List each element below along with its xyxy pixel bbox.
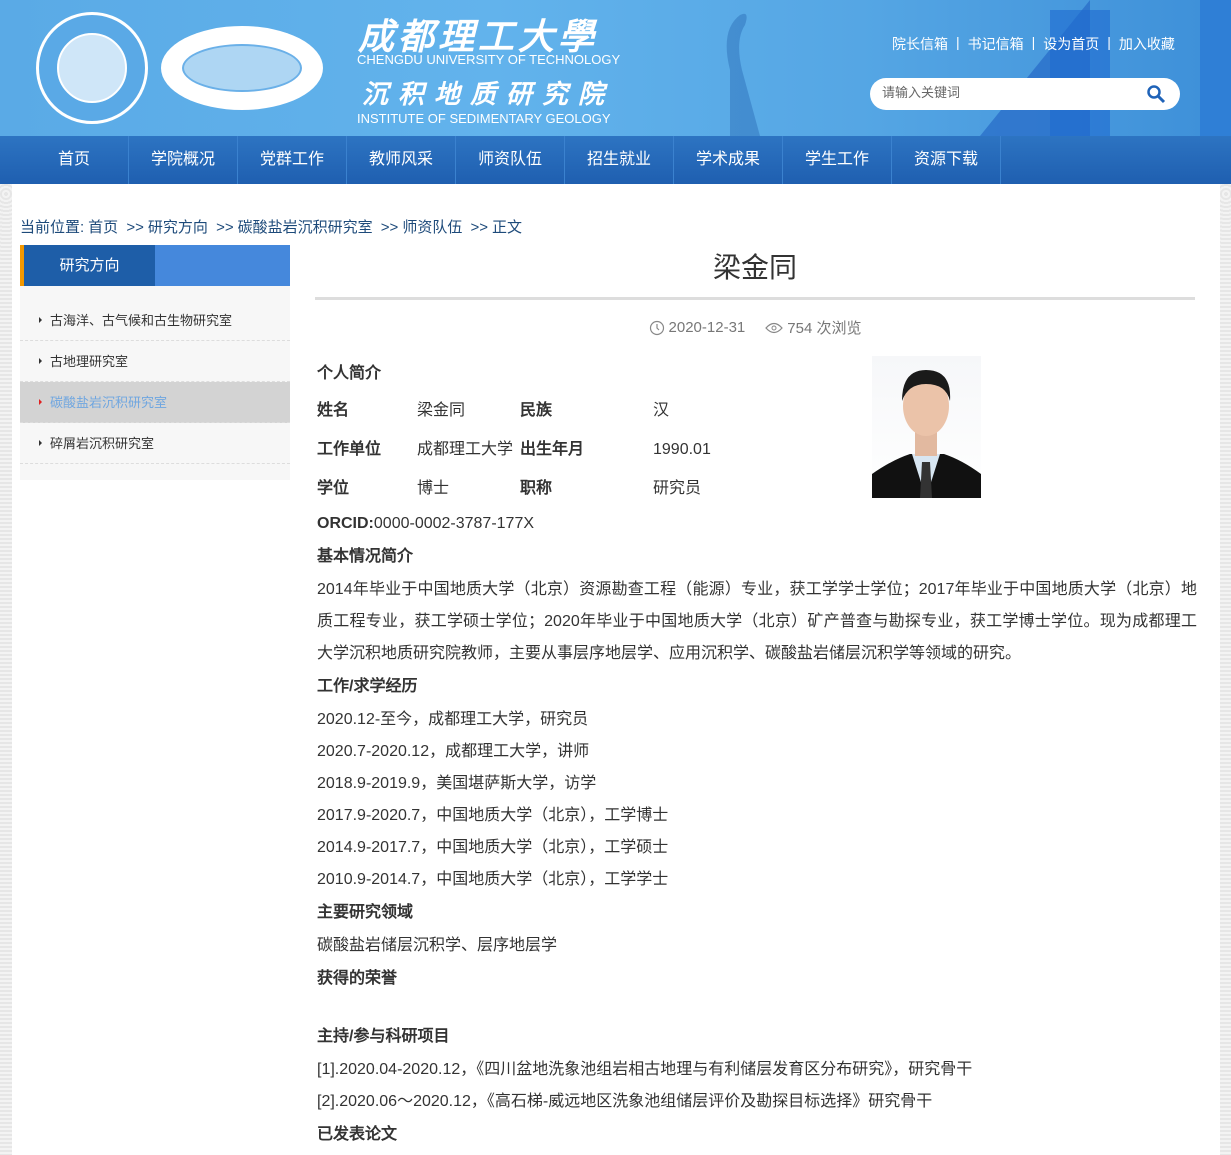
institute-name-cn: 沉积地质研究院 [362, 74, 614, 111]
nav-students[interactable]: 学生工作 [783, 136, 892, 184]
text: 学位 [317, 469, 417, 508]
publish-date: 2020-12-31 [669, 319, 746, 336]
section-basic: 基本情况简介 [317, 540, 1197, 574]
clock-icon [649, 320, 665, 336]
text: >> [471, 219, 489, 236]
nav-research[interactable]: 学术成果 [674, 136, 783, 184]
text: ORCID: [317, 515, 374, 532]
text: 梁金同 [417, 391, 520, 430]
text: 姓名 [317, 391, 417, 430]
section-honors: 获得的荣誉 [317, 962, 1197, 996]
section-papers: 已发表论文 [317, 1118, 1197, 1152]
experience-item: 2020.12-至今，成都理工大学，研究员 [317, 704, 1197, 736]
top-links: 院长信箱| 书记信箱| 设为首页| 加入收藏 [892, 34, 1175, 54]
info-row: 姓名梁金同民族汉 [317, 391, 1197, 430]
sidebar: 研究方向 古海洋、古气候和古生物研究室 古地理研究室 碳酸盐岩沉积研究室 碎屑岩… [20, 245, 290, 480]
breadcrumb: 当前位置:首页 >>研究方向 >>碳酸盐岩沉积研究室 >>师资队伍 >>正文 [20, 216, 526, 237]
info-row: 学位博士职称研究员 [317, 469, 1197, 508]
article-title: 梁金同 [315, 245, 1195, 291]
search-icon[interactable] [1146, 84, 1166, 104]
text: 博士 [417, 469, 520, 508]
site-header: 成都理工大學 CHENGDU UNIVERSITY OF TECHNOLOGY … [0, 0, 1231, 136]
project-item: [1].2020.04-2020.12，《四川盆地洗象池组岩相古地理与有利储层发… [317, 1054, 1197, 1086]
sidebar-item-clastic[interactable]: 碎屑岩沉积研究室 [20, 423, 290, 464]
text: 民族 [520, 391, 653, 430]
sidebar-title: 研究方向 [24, 245, 155, 286]
crumb-home[interactable]: 首页 [88, 219, 118, 236]
link-set-homepage[interactable]: 设为首页 [1043, 34, 1099, 54]
project-item: [2].2020.06～2020.12，《高石梯-威远地区洗象池组储层评价及勘探… [317, 1086, 1197, 1118]
nav-teachers[interactable]: 教师风采 [347, 136, 456, 184]
text: 研究员 [653, 469, 701, 508]
experience-item: 2010.9-2014.7，中国地质大学（北京），工学学士 [317, 864, 1197, 896]
link-secretary-mailbox[interactable]: 书记信箱 [968, 34, 1024, 54]
sidebar-item-paleogeography[interactable]: 古地理研究室 [20, 341, 290, 382]
text: >> [126, 219, 144, 236]
text: 出生年月 [520, 430, 653, 469]
text: 汉 [653, 391, 669, 430]
text: 成都理工大学 [417, 430, 520, 469]
nav-about[interactable]: 学院概况 [129, 136, 238, 184]
nav-home[interactable]: 首页 [20, 136, 129, 184]
article: 梁金同 2020-12-31 754 次浏览 个人简介 姓名梁金同民族汉 工作单… [315, 245, 1195, 338]
link-add-favorite[interactable]: 加入收藏 [1119, 34, 1175, 54]
eye-icon [765, 322, 783, 334]
text: 工作单位 [317, 430, 417, 469]
text: 职称 [520, 469, 653, 508]
nav-downloads[interactable]: 资源下载 [892, 136, 1001, 184]
section-experience: 工作/求学经历 [317, 670, 1197, 704]
experience-item: 2014.9-2017.7，中国地质大学（北京），工学硕士 [317, 832, 1197, 864]
experience-item: 2020.7-2020.12，成都理工大学，讲师 [317, 736, 1197, 768]
research-field-text: 碳酸盐岩储层沉积学、层序地层学 [317, 930, 1197, 962]
experience-item: 2018.9-2019.9，美国堪萨斯大学，访学 [317, 768, 1197, 800]
experience-item: 2017.9-2020.7，中国地质大学（北京），工学博士 [317, 800, 1197, 832]
statue-decoration [700, 10, 770, 136]
text: >> [381, 219, 399, 236]
title-divider [315, 297, 1195, 300]
crumb-carbonate[interactable]: 碳酸盐岩沉积研究室 [238, 219, 373, 236]
crumb-article[interactable]: 正文 [492, 219, 522, 236]
left-border-pattern [0, 184, 12, 1155]
text: 当前位置: [20, 219, 84, 236]
text: 0000-0002-3787-177X [374, 515, 534, 532]
sidebar-item-paleo-ocean[interactable]: 古海洋、古气候和古生物研究室 [20, 300, 290, 341]
text: >> [216, 219, 234, 236]
info-row: 工作单位成都理工大学出生年月1990.01 [317, 430, 1197, 469]
link-president-mailbox[interactable]: 院长信箱 [892, 34, 948, 54]
crumb-research[interactable]: 研究方向 [148, 219, 208, 236]
right-border-pattern [1220, 184, 1231, 1155]
university-seal-logo[interactable] [36, 12, 148, 124]
main-content: 当前位置:首页 >>研究方向 >>碳酸盐岩沉积研究室 >>师资队伍 >>正文 研… [12, 184, 1220, 1155]
search-input[interactable] [882, 85, 1132, 100]
text: 1990.01 [653, 430, 711, 469]
crumb-faculty[interactable]: 师资队伍 [402, 219, 462, 236]
section-projects: 主持/参与科研项目 [317, 1020, 1197, 1054]
sidebar-item-carbonate[interactable]: 碳酸盐岩沉积研究室 [20, 382, 290, 423]
institute-logo[interactable] [161, 26, 323, 110]
main-nav: 首页 学院概况 党群工作 教师风采 师资队伍 招生就业 学术成果 学生工作 资源… [0, 136, 1231, 184]
nav-faculty[interactable]: 师资队伍 [456, 136, 565, 184]
nav-admissions[interactable]: 招生就业 [565, 136, 674, 184]
basic-info-text: 2014年毕业于中国地质大学（北京）资源勘查工程（能源）专业，获工学学士学位；2… [317, 574, 1197, 670]
section-research-field: 主要研究领域 [317, 896, 1197, 930]
university-name-en: CHENGDU UNIVERSITY OF TECHNOLOGY [357, 52, 620, 67]
institute-name-en: INSTITUTE OF SEDIMENTARY GEOLOGY [357, 111, 611, 126]
nav-party[interactable]: 党群工作 [238, 136, 347, 184]
orcid: ORCID:0000-0002-3787-177X [317, 508, 1197, 540]
section-intro: 个人简介 [317, 357, 1197, 391]
view-count: 754 次浏览 [787, 317, 861, 338]
search-box [870, 78, 1180, 110]
